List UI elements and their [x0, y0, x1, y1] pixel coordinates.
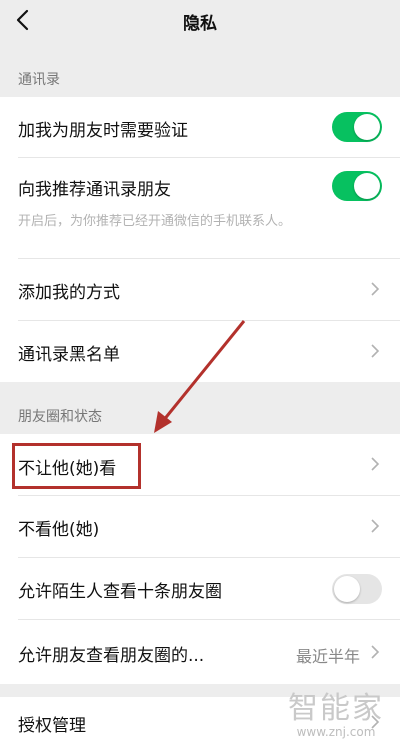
recommend-toggle[interactable]: [332, 171, 382, 201]
nav-bar: 隐私: [0, 0, 400, 40]
page-title: 隐私: [183, 14, 217, 34]
row-label: 通讯录黑名单: [18, 345, 120, 365]
toggle-knob: [354, 173, 380, 199]
contacts-group: 加我为朋友时需要验证 向我推荐通讯录朋友 开启后，为你推荐已经开通微信的手机联系…: [0, 97, 400, 382]
toggle-knob: [334, 576, 360, 602]
row-subtext: 开启后，为你推荐已经开通微信的手机联系人。: [18, 214, 292, 229]
toggle-knob: [354, 114, 380, 140]
row-label: 授权管理: [18, 716, 86, 736]
watermark-url: www.znj.com: [296, 725, 376, 739]
row-moments-range[interactable]: 允许朋友查看朋友圈的... 最近半年: [0, 620, 400, 684]
row-label: 加我为朋友时需要验证: [18, 121, 188, 141]
watermark: 智能家 www.znj.com: [288, 683, 384, 739]
chevron-right-icon: [371, 645, 380, 659]
row-label: 不看他(她): [18, 520, 100, 540]
row-friend-verification: 加我为朋友时需要验证: [0, 97, 400, 157]
chevron-right-icon: [371, 344, 380, 358]
row-dont-see[interactable]: 不看他(她): [0, 496, 400, 557]
row-label: 允许陌生人查看十条朋友圈: [18, 582, 222, 602]
chevron-right-icon: [371, 519, 380, 533]
moments-range-value: 最近半年: [295, 647, 360, 666]
strangers-toggle[interactable]: [332, 574, 382, 604]
verification-toggle[interactable]: [332, 112, 382, 142]
chevron-right-icon: [371, 457, 380, 471]
chevron-right-icon: [371, 282, 380, 296]
row-label: 允许朋友查看朋友圈的...: [18, 646, 205, 666]
row-label: 向我推荐通讯录朋友: [18, 180, 171, 200]
row-label: 添加我的方式: [18, 283, 120, 303]
section-label-contacts: 通讯录: [18, 72, 60, 88]
row-recommend-contacts: 向我推荐通讯录朋友 开启后，为你推荐已经开通微信的手机联系人。: [0, 158, 400, 258]
section-label-moments: 朋友圈和状态: [18, 409, 102, 425]
row-blacklist[interactable]: 通讯录黑名单: [0, 321, 400, 382]
row-strangers-view: 允许陌生人查看十条朋友圈: [0, 558, 400, 619]
highlight-box: [12, 443, 141, 489]
watermark-logo: 智能家: [288, 691, 384, 726]
row-add-methods[interactable]: 添加我的方式: [0, 259, 400, 320]
